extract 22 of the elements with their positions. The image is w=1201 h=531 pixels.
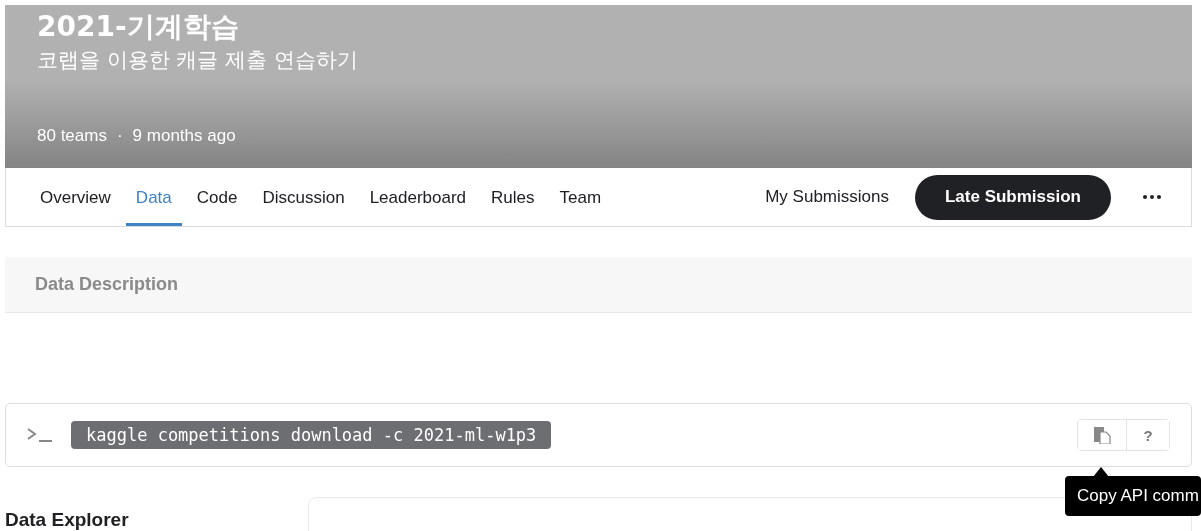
- my-submissions-link[interactable]: My Submissions: [759, 186, 895, 208]
- time-ago: 9 months ago: [132, 126, 236, 146]
- more-options-icon[interactable]: [1143, 195, 1161, 199]
- tooltip: Copy API comm: [1065, 476, 1201, 516]
- tab[interactable]: Discussion: [252, 168, 355, 226]
- competition-subtitle: 코랩을 이용한 캐글 제출 연습하기: [37, 47, 358, 74]
- tab[interactable]: Data: [125, 168, 182, 226]
- tab[interactable]: Leaderboard: [359, 168, 477, 226]
- competition-title: 2021-기계학습: [37, 9, 239, 45]
- section-title: Data Explorer: [5, 509, 130, 531]
- copy-icon: [1093, 426, 1111, 444]
- tab[interactable]: Team: [549, 168, 612, 226]
- api-command: kaggle competitions download -c 2021-ml-w1p3: [71, 421, 552, 449]
- tab[interactable]: Code: [186, 168, 248, 226]
- tab[interactable]: Rules: [481, 168, 545, 226]
- tab[interactable]: Overview: [30, 168, 121, 226]
- section-title: Data Description: [35, 274, 179, 295]
- separator-dot: ·: [115, 126, 124, 146]
- late-submission-button[interactable]: Late Submission: [914, 174, 1111, 220]
- terminal-icon: [27, 428, 53, 442]
- team-count: 80 teams: [37, 126, 107, 146]
- help-button[interactable]: ?: [1126, 420, 1169, 450]
